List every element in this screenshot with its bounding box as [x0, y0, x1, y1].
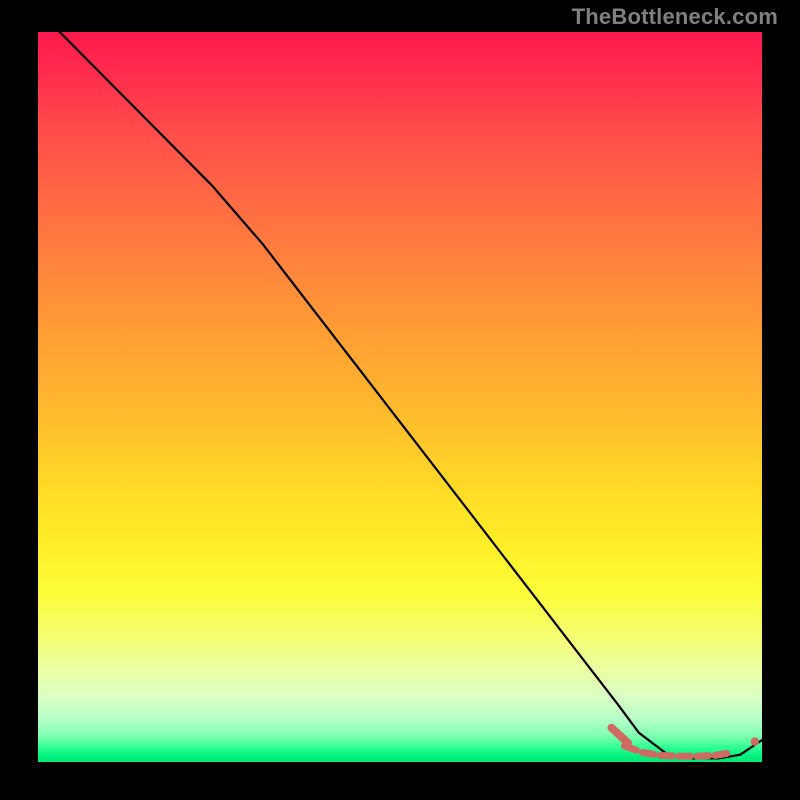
plot-area [38, 32, 762, 762]
chart-stage: TheBottleneck.com [0, 0, 800, 800]
watermark-text: TheBottleneck.com [572, 4, 778, 30]
bottom-dash [611, 728, 726, 757]
end-dot-marker [751, 737, 759, 745]
main-curve [60, 32, 762, 758]
curve-svg [38, 32, 762, 762]
